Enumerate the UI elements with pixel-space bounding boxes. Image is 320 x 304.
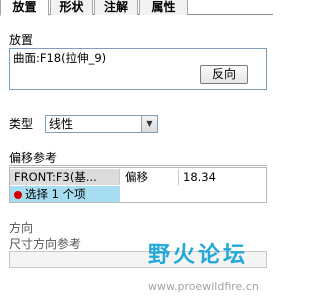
placement-surface-value: 曲面:F18(拉伸_9) xyxy=(13,51,107,65)
select-item-text: 选择 1 个项 xyxy=(25,187,86,201)
chevron-down-icon[interactable]: ▼ xyxy=(141,116,157,132)
status-dot-icon xyxy=(14,191,22,199)
direction-label: 方向 xyxy=(9,221,34,235)
placement-label: 放置 xyxy=(9,33,34,47)
watermark-url: www.proewildfire.cn xyxy=(148,280,259,293)
offset-ref-cell[interactable]: FRONT:F3(基... xyxy=(10,169,120,185)
offset-refs-divider xyxy=(9,165,267,166)
type-dropdown[interactable]: 线性 ▼ xyxy=(45,115,158,133)
type-label: 类型 xyxy=(9,117,34,131)
select-item-row[interactable]: 选择 1 个项 xyxy=(10,186,266,202)
tab-bar: 放置 形状 注解 属性 xyxy=(0,0,273,16)
offset-refs-table[interactable]: FRONT:F3(基... 偏移 18.34 选择 1 个项 xyxy=(9,167,267,203)
select-item-prompt[interactable]: 选择 1 个项 xyxy=(10,186,120,202)
dimension-direction-label: 尺寸方向参考 xyxy=(9,237,82,251)
offset-refs-label: 偏移参考 xyxy=(9,151,58,165)
watermark-text: 野火论坛 xyxy=(148,243,249,268)
tab-properties[interactable]: 属性 xyxy=(139,0,188,15)
offset-type-cell[interactable]: 偏移 xyxy=(121,169,177,185)
type-selected-value: 线性 xyxy=(49,117,74,131)
tab-shape[interactable]: 形状 xyxy=(50,0,93,15)
tab-placement[interactable]: 放置 xyxy=(0,0,49,16)
flip-button[interactable]: 反向 xyxy=(200,65,248,84)
table-row[interactable]: FRONT:F3(基... 偏移 18.34 xyxy=(10,169,266,185)
offset-value-cell[interactable]: 18.34 xyxy=(178,169,266,185)
tab-annotation[interactable]: 注解 xyxy=(94,0,138,15)
